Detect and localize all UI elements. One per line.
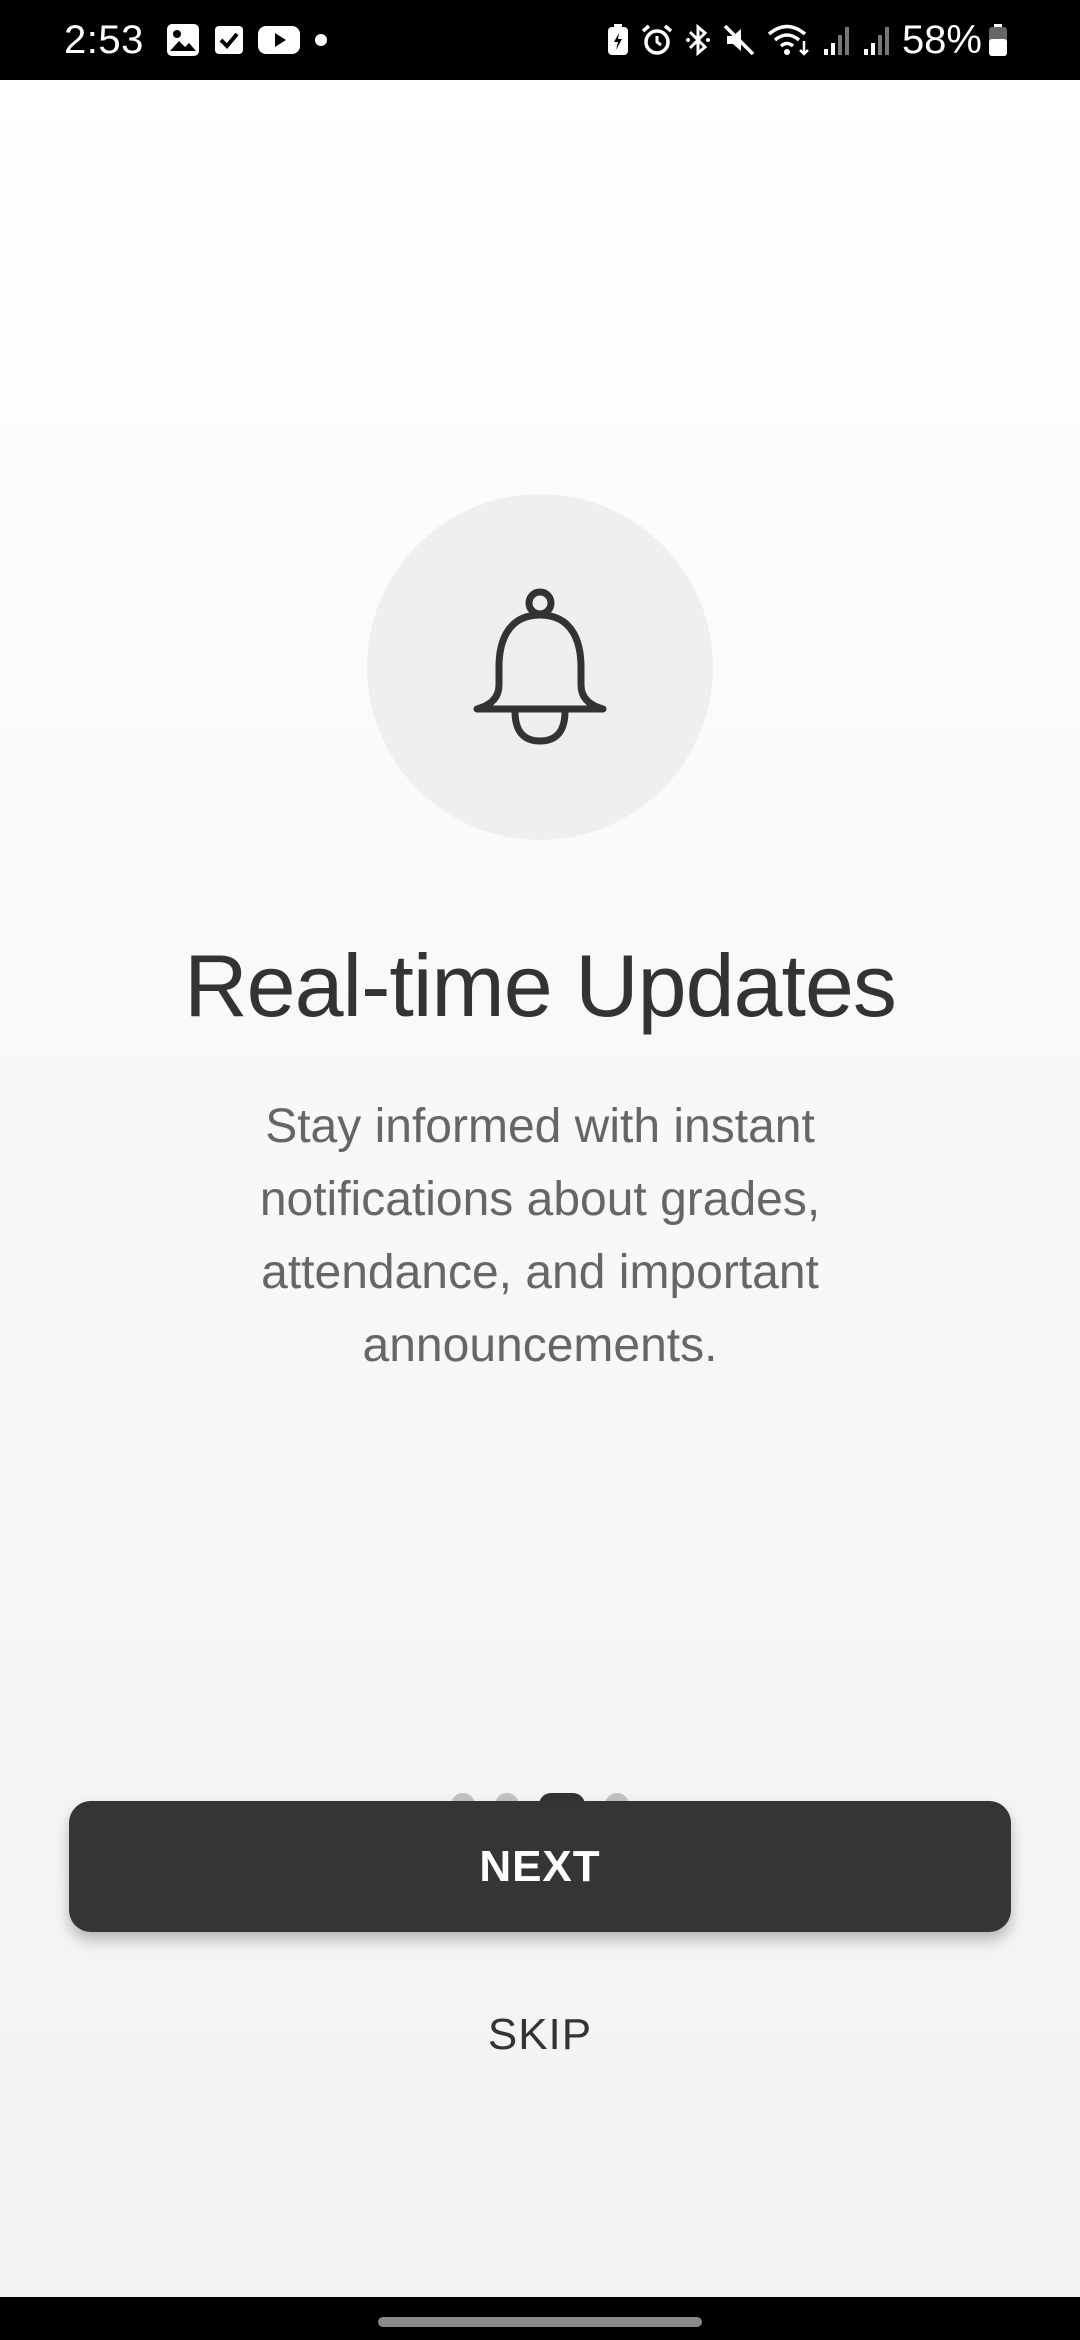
alarm-icon [640, 23, 674, 57]
gallery-icon [166, 23, 200, 57]
status-bar: 2:53 58% [0, 0, 1080, 80]
battery-saver-icon [606, 23, 630, 57]
signal-icon [822, 23, 852, 57]
onboarding-description: Stay informed with instant notifications… [259, 1100, 821, 1372]
battery-icon [988, 23, 1008, 57]
home-indicator[interactable] [378, 2317, 702, 2327]
hero-icon-circle [367, 494, 713, 840]
youtube-icon [257, 25, 300, 55]
bluetooth-icon [684, 23, 712, 57]
wifi-icon [766, 23, 812, 57]
battery-percent: 58% [901, 17, 982, 62]
bell-icon [465, 585, 615, 750]
next-button[interactable]: NEXT [69, 1801, 1011, 1932]
status-time: 2:53 [64, 17, 144, 62]
skip-button[interactable]: SKIP [390, 2000, 690, 2070]
status-bar-right: 58% [606, 18, 1018, 63]
signal-icon [862, 23, 892, 57]
status-bar-left: 2:53 [64, 18, 342, 63]
onboarding-screen: Real-time Updates Stay informed with ins… [0, 80, 1080, 2297]
dot-icon [314, 33, 328, 47]
checkbox-icon [214, 25, 244, 55]
mute-icon [722, 23, 756, 57]
onboarding-title: Real-time Updates [184, 936, 897, 1035]
